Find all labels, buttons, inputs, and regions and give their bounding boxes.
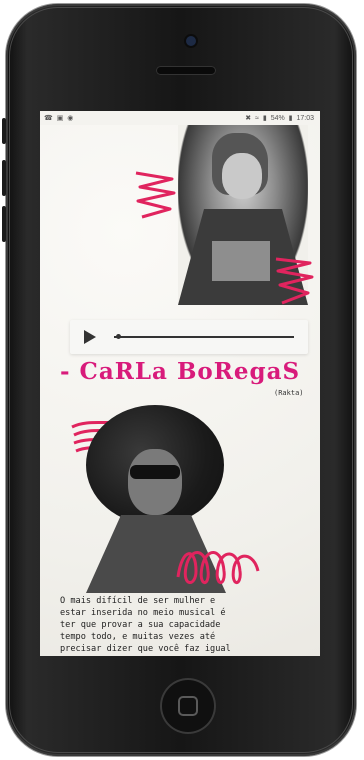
wifi-icon: ≈ [255,115,259,122]
photo2-face [128,449,182,515]
volume-up-button [2,160,6,196]
clock: 17:03 [296,115,314,122]
phone-screen: ☎ ▣ ◉ ✖ ≈ ▮ 54% ▮ 17:03 - CaRLa BoRegaS … [40,111,320,656]
image-icon: ▣ [56,115,64,122]
photo1-face [222,153,262,199]
page-content[interactable]: - CaRLa BoRegaS (Rakta) O mais difícil d… [40,125,320,656]
red-scribble-icon [135,171,176,219]
quote-text: O mais difícil de ser mulher e estar inse… [60,595,310,655]
battery-icon: ▮ [288,115,293,122]
mute-icon: ✖ [245,115,252,122]
status-bar: ☎ ▣ ◉ ✖ ≈ ▮ 54% ▮ 17:03 [40,111,320,125]
whatsapp-icon: ☎ [44,115,53,122]
signal-icon: ▮ [262,115,267,122]
home-square-icon [178,696,198,716]
quote-line: precisar dizer que você faz igual [60,644,231,654]
battery-percent: 54% [270,115,285,122]
audio-player[interactable] [70,320,308,354]
instagram-icon: ◉ [67,115,74,122]
red-burst-icon [275,257,314,305]
front-camera [186,36,196,46]
artist-name: - CaRLa BoRegaS [60,358,301,385]
band-name: (Rakta) [274,389,304,397]
mute-switch [2,118,6,144]
volume-down-button [2,206,6,242]
pink-loops-icon [176,551,260,584]
status-left: ☎ ▣ ◉ [44,114,75,122]
play-icon[interactable] [84,330,96,344]
earpiece-speaker [156,66,216,75]
audio-progress-thumb[interactable] [115,334,121,339]
quote-line: O mais difícil de ser mulher e [60,596,216,606]
audio-progress-track[interactable] [114,336,294,338]
photo1-shirt-print [212,241,270,281]
quote-line: tempo todo, e muitas vezes até [60,632,216,642]
status-right: ✖ ≈ ▮ 54% ▮ 17:03 [245,114,316,122]
quote-line: ter que provar a sua capacidade [60,620,221,630]
quote-line: estar inserida no meio musical é [60,608,226,618]
photo2-sunglasses [130,465,180,479]
